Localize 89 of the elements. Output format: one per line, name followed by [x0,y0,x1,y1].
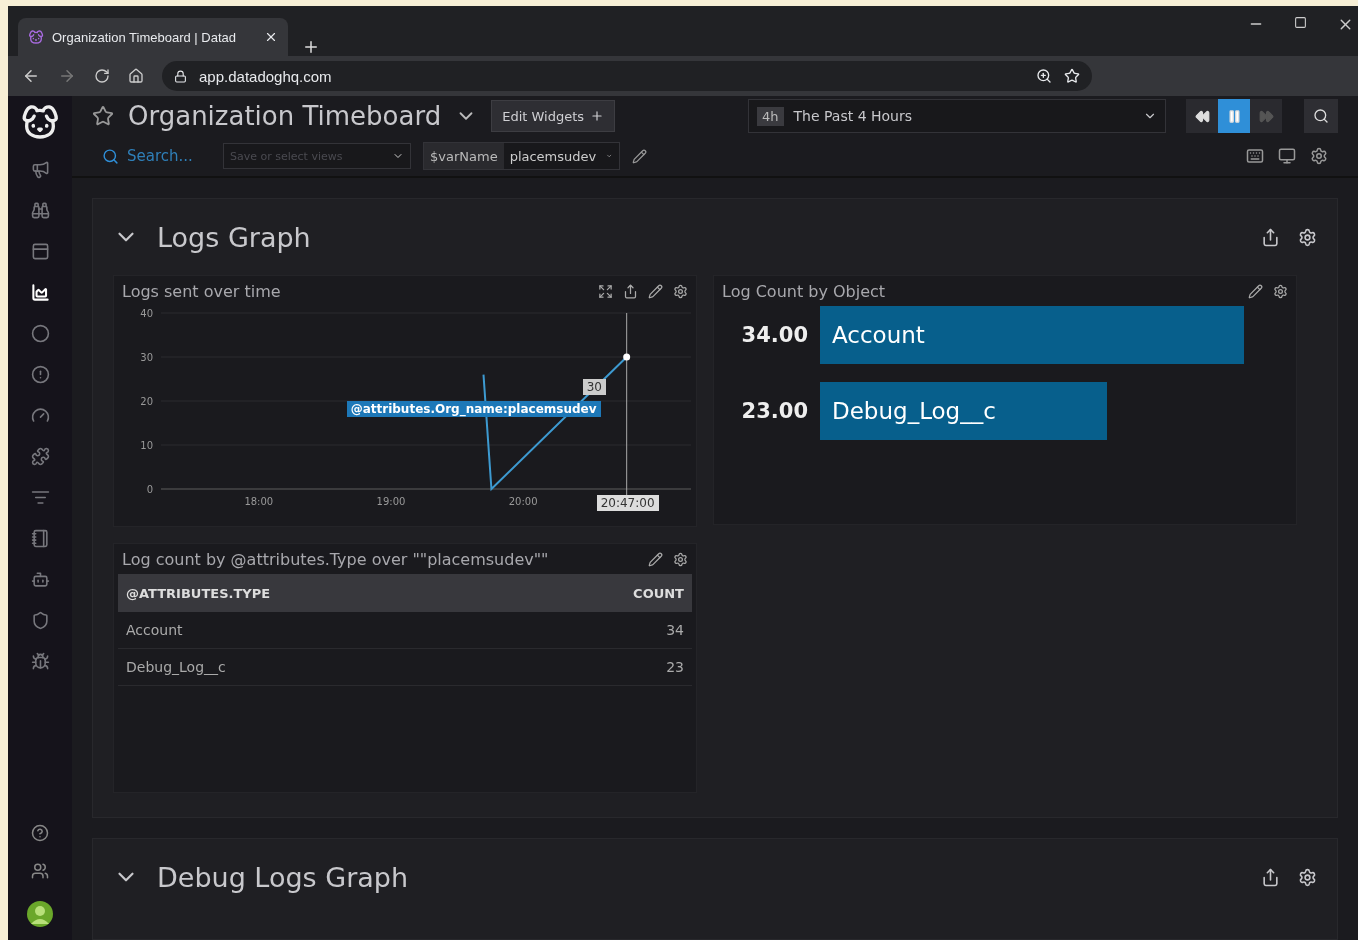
pencil-icon[interactable] [1248,283,1263,299]
bug-icon[interactable] [30,652,50,671]
widget-title: Log count by @attributes.Type over ""placemsudev"" [122,549,550,569]
search-icon [1313,108,1329,124]
robot-icon[interactable] [30,570,50,589]
dog-logo-icon[interactable] [20,102,60,142]
x-tick-label: 19:00 [376,496,406,507]
fast-forward-icon [1258,108,1274,124]
forward-icon[interactable] [58,67,76,85]
y-tick-label: 20 [140,396,153,407]
avatar-icon[interactable] [26,900,54,928]
close-icon[interactable] [264,30,278,44]
panel-icon[interactable] [30,242,50,261]
timeseries-widget: Logs sent over time 0 10 20 30 40 18:00 19:00 20:00 30 @attributes.Org_name:placemsudev 20:47:00 [113,275,697,527]
rewind-icon [1194,108,1210,124]
monitor-icon[interactable] [1278,147,1296,165]
zoom-button[interactable] [1304,99,1338,133]
pause-icon [1226,108,1242,124]
time-range-label: The Past 4 Hours [793,108,913,124]
help-icon[interactable] [31,824,49,842]
search-icon [102,147,119,165]
hover-value: 30 [582,379,606,395]
column-header: @ATTRIBUTES.TYPE [126,585,271,601]
group-title: Debug Logs Graph [157,861,410,893]
area-chart-icon[interactable] [30,283,50,302]
y-tick-label: 10 [140,440,153,451]
y-tick-label: 30 [140,352,153,363]
circle-icon[interactable] [30,324,50,343]
bar: Debug_Log__c [820,382,1107,440]
maximize-icon[interactable] [1294,16,1307,29]
alert-icon[interactable] [30,365,50,384]
keyboard-icon[interactable] [1246,147,1264,165]
plus-icon [590,109,605,123]
x-tick-label: 20:00 [508,496,538,507]
table-cell: 23 [666,659,684,675]
time-badge: 4h [757,106,784,126]
template-variable[interactable]: $varName placemsudev [423,142,620,170]
dashboard-title: Organization Timeboard [128,101,442,131]
zoom-icon[interactable] [1036,68,1052,84]
share-icon[interactable] [623,283,638,299]
pencil-icon[interactable] [648,551,663,567]
edit-widgets-button[interactable]: Edit Widgets [491,100,616,132]
expand-icon[interactable] [598,283,613,299]
settings-icon[interactable] [1310,147,1328,165]
settings-icon[interactable] [1273,283,1288,299]
dog-icon [28,29,44,45]
hover-series-label: @attributes.Org_name:placemsudev [346,401,601,417]
pencil-icon[interactable] [648,283,663,299]
star-icon[interactable] [92,105,114,127]
search-field[interactable]: Search... [125,146,211,166]
notebook-icon[interactable] [30,529,50,548]
table-cell: Debug_Log__c [126,659,226,675]
shield-icon[interactable] [30,611,50,630]
rewind-button[interactable] [1186,99,1218,133]
users-icon[interactable] [31,862,49,880]
binoculars-icon[interactable] [30,201,50,220]
widget-title: Log Count by Object [722,281,887,301]
x-tick-label: 18:00 [244,496,274,507]
bar: Account [820,306,1244,364]
puzzle-icon[interactable] [30,447,50,466]
bar-value: 34.00 [740,323,808,347]
time-range-select[interactable]: 4h The Past 4 Hours [748,99,1166,133]
y-tick-label: 40 [140,308,153,319]
y-tick-label: 0 [146,484,153,495]
pencil-icon[interactable] [631,148,647,164]
settings-icon[interactable] [1298,867,1317,887]
column-header: COUNT [633,585,684,601]
hover-time: 20:47:00 [596,495,659,511]
settings-icon[interactable] [1298,227,1317,247]
filter-icon[interactable] [30,488,50,507]
settings-icon[interactable] [673,551,688,567]
table-cell: 34 [666,622,684,638]
share-icon[interactable] [1261,867,1280,887]
reload-icon[interactable] [94,68,110,84]
widget-title: Logs sent over time [122,281,282,301]
new-tab-icon[interactable] [302,38,320,56]
hover-dot [623,353,631,361]
browser-tab[interactable]: Organization Timeboard | Datad [18,18,288,56]
gauge-icon[interactable] [30,406,50,425]
lock-icon [174,69,187,83]
table-cell: Account [126,622,183,638]
back-icon[interactable] [22,67,40,85]
bar-value: 23.00 [740,399,808,423]
group-title: Logs Graph [157,221,312,253]
megaphone-icon[interactable] [30,160,50,179]
home-icon[interactable] [128,68,144,84]
share-icon[interactable] [1261,227,1280,247]
settings-icon[interactable] [673,283,688,299]
address-bar[interactable]: app.datadoghq.com [162,61,1092,91]
